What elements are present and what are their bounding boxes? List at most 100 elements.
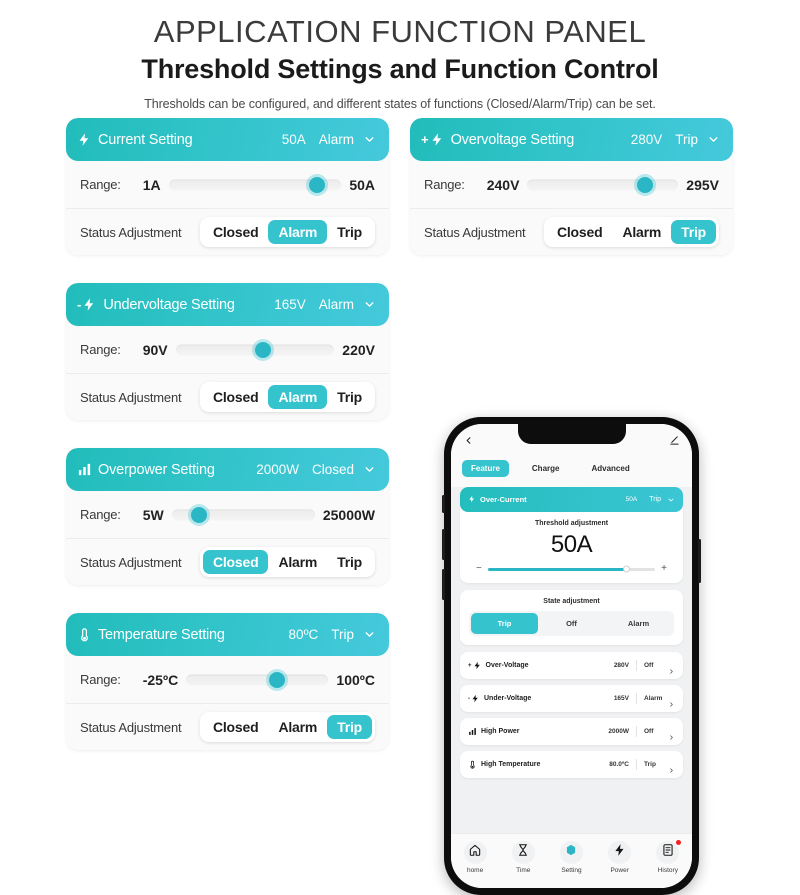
status-option-trip[interactable]: Trip [327,715,372,740]
setting-card: Temperature Setting 80ºC Trip Range: -25ºC 10… [66,613,389,751]
setting-card-title: Temperature Setting [98,626,225,643]
range-slider-thumb[interactable] [254,341,271,358]
nav-icon-wrap [463,841,487,865]
status-option-alarm[interactable]: Alarm [268,550,327,574]
app-bottom-nav: home Time Setting Power History [451,833,692,889]
nav-item-home[interactable]: home [454,841,496,874]
function-list-item[interactable]: High Temperature 80.0ºC Trip [460,751,683,779]
chevron-down-icon[interactable] [667,491,675,509]
setting-card-header[interactable]: - Undervoltage Setting 165V Alarm [66,283,389,327]
state-option-trip[interactable]: Trip [471,613,538,635]
nav-item-history[interactable]: History [647,840,689,874]
phone-silent-switch[interactable] [442,495,445,514]
setting-card-header[interactable]: Temperature Setting 80ºC Trip [66,613,389,657]
chevron-right-icon[interactable] [668,761,675,774]
phone-volume-down-button[interactable] [442,569,445,601]
status-adjustment-label: Status Adjustment [80,719,182,735]
range-slider-thumb[interactable] [269,671,286,688]
range-slider-track[interactable] [186,674,329,686]
status-segmented-control[interactable]: Closed Alarm Trip [543,217,719,248]
range-slider[interactable] [168,176,342,193]
nav-item-setting[interactable]: Setting [550,841,592,874]
nav-item-power[interactable]: Power [599,841,641,874]
nav-icon-wrap [511,841,535,865]
status-adjustment-label: Status Adjustment [424,224,526,240]
status-option-trip[interactable]: Trip [327,385,372,409]
state-option-alarm[interactable]: Alarm [605,613,672,634]
chevron-down-icon[interactable] [363,298,376,311]
threshold-slider-track[interactable] [487,565,656,573]
chevron-right-icon[interactable] [668,662,675,675]
setting-card-header[interactable]: Current Setting 50A Alarm [66,118,389,162]
chevron-down-icon[interactable] [707,133,720,146]
function-list-item[interactable]: - Under-Voltage 165V Alarm [460,685,683,713]
phone-volume-up-button[interactable] [442,529,445,561]
setting-card-header[interactable]: Overpower Setting 2000W Closed [66,448,389,492]
status-option-alarm[interactable]: Alarm [268,220,328,245]
app-tab-feature[interactable]: Feature [462,460,509,478]
range-slider-track[interactable] [527,179,679,191]
chevron-down-icon[interactable] [363,463,376,476]
threshold-slider-thumb[interactable] [623,565,631,573]
state-adjustment-segmented-control[interactable]: Trip Off Alarm [469,611,674,637]
status-option-alarm[interactable]: Alarm [268,715,327,739]
increment-icon[interactable]: + [661,564,667,574]
range-min-value: 90V [142,341,168,358]
status-option-closed[interactable]: Closed [547,220,612,244]
status-option-closed[interactable]: Closed [203,220,268,244]
status-option-alarm[interactable]: Alarm [612,220,671,244]
bars-icon [468,723,477,741]
chevron-right-icon[interactable] [668,728,675,741]
decrement-icon[interactable]: − [476,564,482,574]
nav-item-time[interactable]: Time [502,841,544,874]
threshold-slider-row[interactable]: − + [460,564,683,583]
chevron-right-icon[interactable] [668,695,675,708]
range-label: Range: [80,342,121,358]
status-segmented-control[interactable]: Closed Alarm Trip [199,547,375,578]
status-option-trip[interactable]: Trip [327,550,372,574]
nav-icon-wrap [656,841,680,865]
range-slider[interactable] [175,341,335,358]
status-option-alarm[interactable]: Alarm [268,385,328,410]
page-header: APPLICATION FUNCTION PANEL Threshold Set… [0,0,800,111]
status-segmented-control[interactable]: Closed Alarm Trip [199,712,375,743]
function-list-item[interactable]: High Power 2000W Off [460,718,683,746]
pencil-edit-icon[interactable] [669,433,680,451]
state-option-off[interactable]: Off [538,613,605,634]
app-tab-advanced[interactable]: Advanced [582,460,638,477]
range-slider-thumb[interactable] [190,506,207,523]
range-slider[interactable] [186,671,329,688]
range-slider[interactable] [527,176,679,193]
setting-card-state: Alarm [318,132,354,148]
function-state: Off [644,662,654,670]
chevron-down-icon[interactable] [363,628,376,641]
status-option-closed[interactable]: Closed [202,550,269,575]
status-segmented-control[interactable]: Closed Alarm Trip [199,382,375,413]
phone-power-button[interactable] [698,539,701,584]
range-slider-thumb[interactable] [309,176,326,193]
range-max-value: 25000W [322,506,375,523]
setting-card-header[interactable]: + Overvoltage Setting 280V Trip [410,118,733,162]
status-option-trip[interactable]: Trip [671,220,716,245]
thermometer-icon [468,756,477,774]
app-tab-charge[interactable]: Charge [523,460,569,477]
chevron-down-icon[interactable] [363,133,376,146]
status-option-trip[interactable]: Trip [327,220,372,244]
range-row: Range: 90V 220V [66,326,389,374]
status-option-closed[interactable]: Closed [203,715,268,739]
status-row: Status Adjustment Closed Alarm Trip [66,538,389,586]
setting-card-title: Current Setting [98,131,193,148]
range-slider-thumb[interactable] [637,176,654,193]
over-current-card-header[interactable]: Over-Current 50A Trip [460,487,683,513]
over-current-card[interactable]: Over-Current 50A Trip Threshold adjustme… [460,487,683,584]
power-bolt-icon [613,843,627,862]
status-adjustment-label: Status Adjustment [80,554,182,570]
range-slider[interactable] [171,506,315,523]
setting-card-state: Alarm [318,297,354,313]
function-value: 165V [613,695,629,703]
status-segmented-control[interactable]: Closed Alarm Trip [199,217,375,248]
status-option-closed[interactable]: Closed [203,385,268,409]
chevron-left-icon[interactable] [463,433,474,451]
function-list-item[interactable]: + Over-Voltage 280V Off [460,652,683,680]
range-max-value: 100ºC [336,671,375,688]
